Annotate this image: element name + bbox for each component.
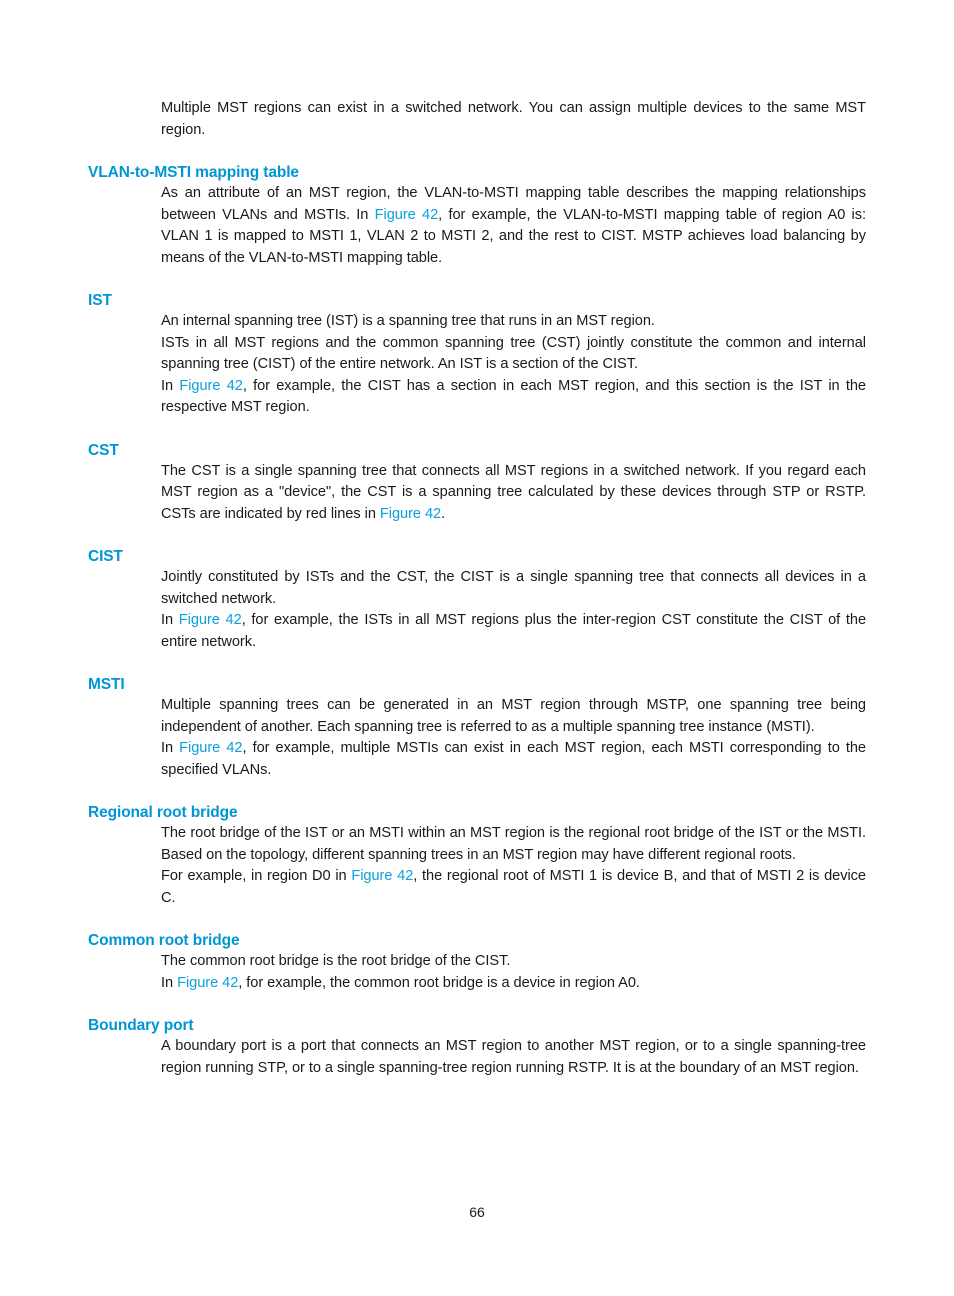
heading-ist: IST xyxy=(88,292,112,309)
paragraph-text: , for example, the common root bridge is… xyxy=(238,974,640,991)
paragraph: Jointly constituted by ISTs and the CST,… xyxy=(161,567,866,610)
heading-cst: CST xyxy=(88,441,119,459)
heading-msti: MSTI xyxy=(88,676,125,693)
paragraph-text: An internal spanning tree (IST) is a spa… xyxy=(161,313,655,329)
paragraph-text: In xyxy=(161,974,178,991)
figure-cross-reference-link[interactable]: Figure 42 xyxy=(177,975,238,991)
document-page: Multiple MST regions can exist in a swit… xyxy=(0,0,954,1296)
intro-paragraph: Multiple MST regions can exist in a swit… xyxy=(161,100,866,138)
paragraph-text: In xyxy=(161,740,180,756)
paragraph: In Figure 42, for example, the CIST has … xyxy=(161,376,866,419)
figure-cross-reference-link[interactable]: Figure 42 xyxy=(375,207,439,223)
paragraph: The CST is a single spanning tree that c… xyxy=(161,461,866,526)
paragraph: The common root bridge is the root bridg… xyxy=(161,951,866,973)
page-number: 66 xyxy=(469,1204,485,1220)
section-body-msti: Multiple spanning trees can be generated… xyxy=(161,695,866,781)
paragraph: A boundary port is a port that connects … xyxy=(161,1036,866,1079)
section-regional-root-bridge: Regional root bridge The root bridge of t… xyxy=(88,803,866,909)
paragraph: Multiple spanning trees can be generated… xyxy=(161,695,866,738)
paragraph: ISTs in all MST regions and the common s… xyxy=(161,333,866,376)
paragraph: In Figure 42, for example, multiple MSTI… xyxy=(161,738,866,781)
section-msti: MSTI Multiple spanning trees can be gener… xyxy=(88,675,866,781)
section-cist: CIST Jointly constituted by ISTs and the … xyxy=(88,547,866,653)
section-ist: IST An internal spanning tree (IST) is a … xyxy=(88,291,866,419)
section-common-root-bridge: Common root bridge The common root bridge… xyxy=(88,931,866,994)
figure-cross-reference-link[interactable]: Figure 42 xyxy=(179,378,243,394)
section-body-regional-root-bridge: The root bridge of the IST or an MSTI wi… xyxy=(161,823,866,909)
heading-regional-root-bridge: Regional root bridge xyxy=(88,804,238,821)
sections-container: VLAN-to-MSTI mapping table As an attribut… xyxy=(88,163,866,1079)
figure-cross-reference-link[interactable]: Figure 42 xyxy=(351,868,413,884)
section-body-ist: An internal spanning tree (IST) is a spa… xyxy=(161,311,866,419)
paragraph: The root bridge of the IST or an MSTI wi… xyxy=(161,823,866,866)
section-body-cist: Jointly constituted by ISTs and the CST,… xyxy=(161,567,866,653)
figure-cross-reference-link[interactable]: Figure 42 xyxy=(179,740,242,756)
paragraph-text: Jointly constituted by ISTs and the CST,… xyxy=(161,569,866,607)
section-vlan-to-msti-mapping-table: VLAN-to-MSTI mapping table As an attribut… xyxy=(88,163,866,269)
paragraph: In Figure 42, for example, the ISTs in a… xyxy=(161,610,866,653)
paragraph-text: , for example, multiple MSTIs can exist … xyxy=(161,740,866,778)
section-cst: CST The CST is a single spanning tree tha… xyxy=(88,441,866,526)
paragraph-text: ISTs in all MST regions and the common s… xyxy=(161,334,866,373)
figure-cross-reference-link[interactable]: Figure 42 xyxy=(380,506,441,522)
paragraph-text: , for example, the ISTs in all MST regio… xyxy=(161,612,867,650)
page-content: Multiple MST regions can exist in a swit… xyxy=(88,98,866,1079)
paragraph-text: Multiple spanning trees can be generated… xyxy=(161,697,866,735)
paragraph: For example, in region D0 in Figure 42, … xyxy=(161,866,866,909)
figure-cross-reference-link[interactable]: Figure 42 xyxy=(179,612,242,628)
section-body-cst: The CST is a single spanning tree that c… xyxy=(161,461,866,526)
heading-boundary-port: Boundary port xyxy=(88,1017,194,1034)
paragraph: An internal spanning tree (IST) is a spa… xyxy=(161,311,866,333)
paragraph-text: , for example, the CIST has a section in… xyxy=(161,377,867,416)
intro-block: Multiple MST regions can exist in a swit… xyxy=(161,98,866,141)
paragraph-text: The CST is a single spanning tree that c… xyxy=(161,462,866,522)
paragraph-text: The common root bridge is the root bridg… xyxy=(161,953,511,969)
paragraph: In Figure 42, for example, the common ro… xyxy=(161,973,866,995)
paragraph-text: . xyxy=(441,505,446,522)
paragraph-text: A boundary port is a port that connects … xyxy=(161,1038,866,1076)
paragraph-text: In xyxy=(161,377,180,394)
heading-cist: CIST xyxy=(88,548,123,565)
paragraph-text: In xyxy=(161,612,179,628)
paragraph: As an attribute of an MST region, the VL… xyxy=(161,183,866,269)
paragraph-text: The root bridge of the IST or an MSTI wi… xyxy=(161,825,866,863)
section-boundary-port: Boundary port A boundary port is a port t… xyxy=(88,1016,866,1079)
heading-common-root-bridge: Common root bridge xyxy=(88,932,240,949)
paragraph-text: For example, in region D0 in xyxy=(161,868,352,884)
section-body-common-root-bridge: The common root bridge is the root bridg… xyxy=(161,951,866,994)
section-body-boundary-port: A boundary port is a port that connects … xyxy=(161,1036,866,1079)
section-body-vlan-to-msti-mapping-table: As an attribute of an MST region, the VL… xyxy=(161,183,866,269)
heading-vlan-to-msti-mapping-table: VLAN-to-MSTI mapping table xyxy=(88,164,299,181)
